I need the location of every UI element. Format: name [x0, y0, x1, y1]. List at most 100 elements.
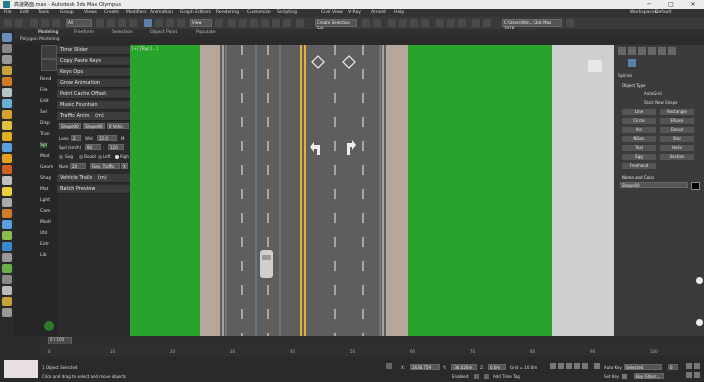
- gen-close-button[interactable]: X: [121, 163, 128, 169]
- hedra-icon[interactable]: [2, 121, 12, 130]
- cat-tran[interactable]: Tran: [40, 132, 50, 137]
- zoom-icon[interactable]: [686, 372, 692, 378]
- arnold-icon[interactable]: [483, 19, 491, 27]
- cat-util[interactable]: Util: [40, 231, 48, 236]
- menu-scripting[interactable]: Scripting: [277, 10, 297, 15]
- spd-max-field[interactable]: 120: [108, 144, 124, 150]
- snaps-toggle-icon[interactable]: [250, 19, 258, 27]
- start-new-shape-checkbox[interactable]: Start New Shape: [644, 100, 678, 105]
- shape-text-button[interactable]: Text: [622, 145, 656, 151]
- scatter-icon[interactable]: [2, 253, 12, 262]
- cat-extr[interactable]: Extr: [40, 242, 49, 247]
- systems-icon[interactable]: [2, 176, 12, 185]
- link-icon[interactable]: [30, 19, 38, 27]
- spacewarp-icon[interactable]: [2, 165, 12, 174]
- close-button[interactable]: ✕: [682, 0, 704, 9]
- rendered-frame-icon[interactable]: [447, 19, 455, 27]
- shape-section-button[interactable]: Section: [660, 154, 694, 160]
- object-name-field[interactable]: Shape00: [620, 182, 688, 188]
- cat-lght[interactable]: Lght: [40, 198, 50, 203]
- keyboard-shortcut-icon[interactable]: [239, 19, 247, 27]
- vehicle-trails-button[interactable]: Vehicle Trails (m): [57, 174, 130, 183]
- menu-group[interactable]: Group: [60, 10, 74, 15]
- next-frame-icon[interactable]: [574, 363, 580, 369]
- orbit-icon[interactable]: [694, 363, 700, 369]
- keys-ops-button[interactable]: Keys Ops: [57, 68, 130, 77]
- menu-civil-view[interactable]: Civil View: [321, 10, 343, 15]
- percent-snap-icon[interactable]: [272, 19, 280, 27]
- autogrid-checkbox[interactable]: AutoGrid: [644, 91, 662, 96]
- go-to-start-icon[interactable]: [550, 363, 556, 369]
- project-path[interactable]: C:\Users\Win...\3ds Max 2018: [502, 19, 562, 31]
- shape-freehand-button[interactable]: Freehand: [622, 163, 656, 169]
- lane-spinner[interactable]: 2: [71, 135, 81, 141]
- redo-icon[interactable]: [15, 19, 23, 27]
- shape-b-field[interactable]: Shape08: [83, 123, 105, 129]
- spd-min-field[interactable]: 80: [85, 144, 101, 150]
- menu-graph-editors[interactable]: Graph Editors: [180, 10, 211, 15]
- tab-populate[interactable]: Populate: [196, 30, 216, 35]
- curve-editor-icon[interactable]: [399, 19, 407, 27]
- tab-freeform[interactable]: Freeform: [74, 30, 94, 35]
- terrain-icon[interactable]: [2, 286, 12, 295]
- menu-modifiers[interactable]: Modifiers: [126, 10, 147, 15]
- select-rotate-icon[interactable]: [155, 19, 163, 27]
- menu-views[interactable]: Views: [84, 10, 97, 15]
- vray-icon[interactable]: [472, 19, 480, 27]
- create-tab-icon[interactable]: [618, 47, 626, 55]
- cat-disp[interactable]: Disp: [40, 121, 50, 126]
- utilities-tab-icon[interactable]: [668, 47, 676, 55]
- menu-customize[interactable]: Customize: [247, 10, 271, 15]
- menu-help[interactable]: Help: [394, 10, 404, 15]
- select-manipulate-icon[interactable]: [228, 19, 236, 27]
- gog-checkbox[interactable]: [59, 155, 63, 159]
- bind-space-warp-icon[interactable]: [52, 19, 60, 27]
- shape-ngon-button[interactable]: NGon: [622, 136, 656, 142]
- plane-icon[interactable]: [2, 55, 12, 64]
- cylinder-icon[interactable]: [2, 88, 12, 97]
- key-filters-button[interactable]: Key Filters...: [634, 373, 664, 379]
- angle-snap-icon[interactable]: [261, 19, 269, 27]
- frame-field[interactable]: 0: [668, 364, 678, 370]
- shape-line-button[interactable]: Line: [622, 109, 656, 115]
- add-time-tag-button[interactable]: Add Time Tag: [493, 374, 520, 379]
- render-setup-icon[interactable]: [436, 19, 444, 27]
- placement-icon[interactable]: [177, 19, 185, 27]
- spinner-snap-icon[interactable]: [283, 19, 291, 27]
- cat-modl[interactable]: Modl: [40, 220, 51, 225]
- viewport-top[interactable]: [+] [Top] [...]: [130, 45, 614, 336]
- sphere-icon[interactable]: [2, 77, 12, 86]
- left-radio[interactable]: [98, 155, 102, 159]
- menu-edit[interactable]: Edit: [20, 10, 29, 15]
- cat-rend[interactable]: Rend: [40, 77, 51, 82]
- workspaces-dropdown[interactable]: Default: [655, 10, 671, 15]
- rect-select-icon[interactable]: [118, 19, 126, 27]
- play-icon[interactable]: [566, 363, 572, 369]
- prev-frame-icon[interactable]: [558, 363, 564, 369]
- tab-object-paint[interactable]: Object Paint: [150, 30, 177, 35]
- schematic-view-icon[interactable]: [410, 19, 418, 27]
- wave-icon[interactable]: [2, 220, 12, 229]
- enabled-checkbox[interactable]: [474, 374, 479, 379]
- auto-key-button[interactable]: Auto Key: [604, 365, 622, 370]
- scripts-button[interactable]: [41, 45, 57, 59]
- crowd-icon[interactable]: [2, 297, 12, 306]
- panel-restore-icon[interactable]: [696, 277, 703, 284]
- shape-circle-button[interactable]: Circle: [622, 118, 656, 124]
- selected-dropdown[interactable]: Selected: [624, 364, 662, 370]
- cat-file[interactable]: File: [40, 88, 48, 93]
- music-fountain-button[interactable]: Music Fountain: [57, 101, 130, 110]
- cat-mat[interactable]: Mat: [40, 187, 48, 192]
- shape-rectangle-button[interactable]: Rectangle: [660, 109, 694, 115]
- align-icon[interactable]: [373, 19, 381, 27]
- category-dropdown[interactable]: Splines: [618, 73, 632, 78]
- create-icon[interactable]: [2, 33, 12, 42]
- menu-file[interactable]: File: [4, 10, 12, 15]
- lock-selection-icon[interactable]: [386, 363, 392, 369]
- select-by-name-icon[interactable]: [107, 19, 115, 27]
- menu-tools[interactable]: Tools: [38, 10, 49, 15]
- gen-traffic-button[interactable]: Gen. Traffic: [90, 163, 120, 169]
- selection-filter-dropdown[interactable]: All: [66, 19, 92, 27]
- layer-explorer-icon[interactable]: [388, 19, 396, 27]
- grid-icon[interactable]: [2, 308, 12, 317]
